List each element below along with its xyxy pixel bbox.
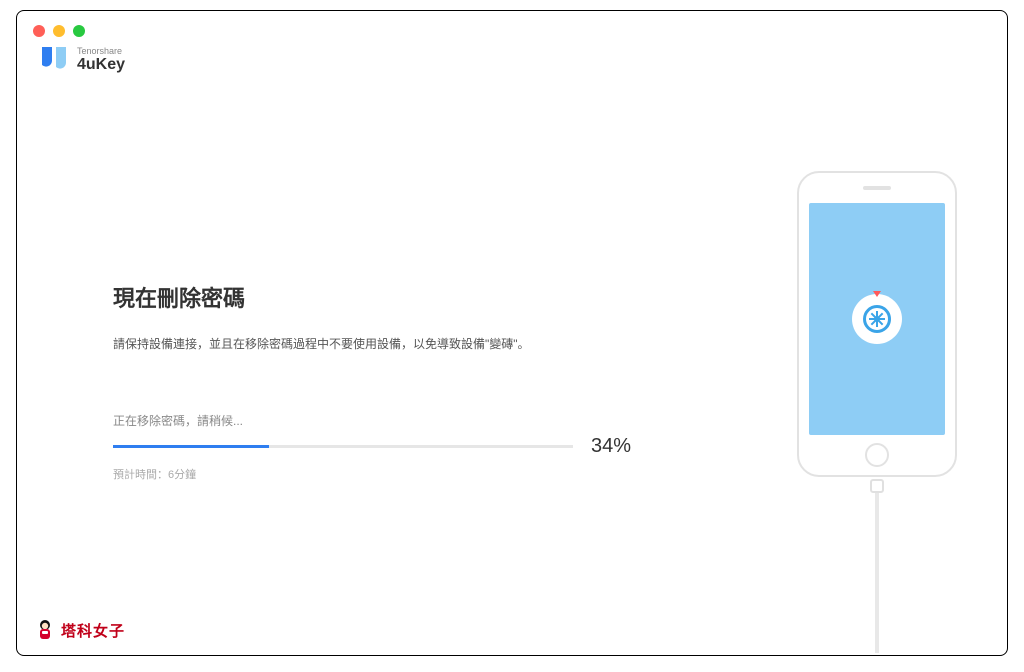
footer-watermark: 塔科女子 (35, 619, 125, 641)
footer-avatar-icon (35, 619, 55, 641)
window-controls (33, 25, 85, 37)
app-logo: Tenorshare 4uKey (39, 45, 125, 75)
phone-home-button-icon (865, 443, 889, 467)
close-window-button[interactable] (33, 25, 45, 37)
progress-bar (113, 445, 573, 448)
app-logo-text: Tenorshare 4uKey (77, 47, 125, 74)
device-illustration (797, 171, 957, 477)
app-window: Tenorshare 4uKey 現在刪除密碼 請保持設備連接，並且在移除密碼過… (16, 10, 1008, 656)
brand-product: 4uKey (77, 56, 125, 74)
maximize-window-button[interactable] (73, 25, 85, 37)
progress-row: 34% (113, 435, 673, 458)
footer-brand-text: 塔科女子 (61, 620, 125, 641)
phone-speaker-icon (863, 186, 891, 190)
minimize-window-button[interactable] (53, 25, 65, 37)
cable-icon (870, 477, 884, 653)
brand-company: Tenorshare (77, 47, 125, 56)
progress-percent: 34% (591, 435, 631, 458)
page-title: 現在刪除密碼 (113, 281, 673, 313)
phone-screen-icon (809, 203, 945, 435)
compass-icon (852, 294, 902, 344)
progress-bar-fill (113, 445, 269, 448)
main-content: 現在刪除密碼 請保持設備連接，並且在移除密碼過程中不要使用設備，以免導致設備"變… (113, 281, 673, 482)
estimated-time: 預計時間：6分鐘 (113, 466, 673, 482)
phone-icon (797, 171, 957, 477)
instruction-text: 請保持設備連接，並且在移除密碼過程中不要使用設備，以免導致設備"變磚"。 (113, 335, 673, 352)
progress-status-label: 正在移除密碼，請稍候... (113, 412, 673, 429)
app-logo-icon (39, 45, 69, 75)
